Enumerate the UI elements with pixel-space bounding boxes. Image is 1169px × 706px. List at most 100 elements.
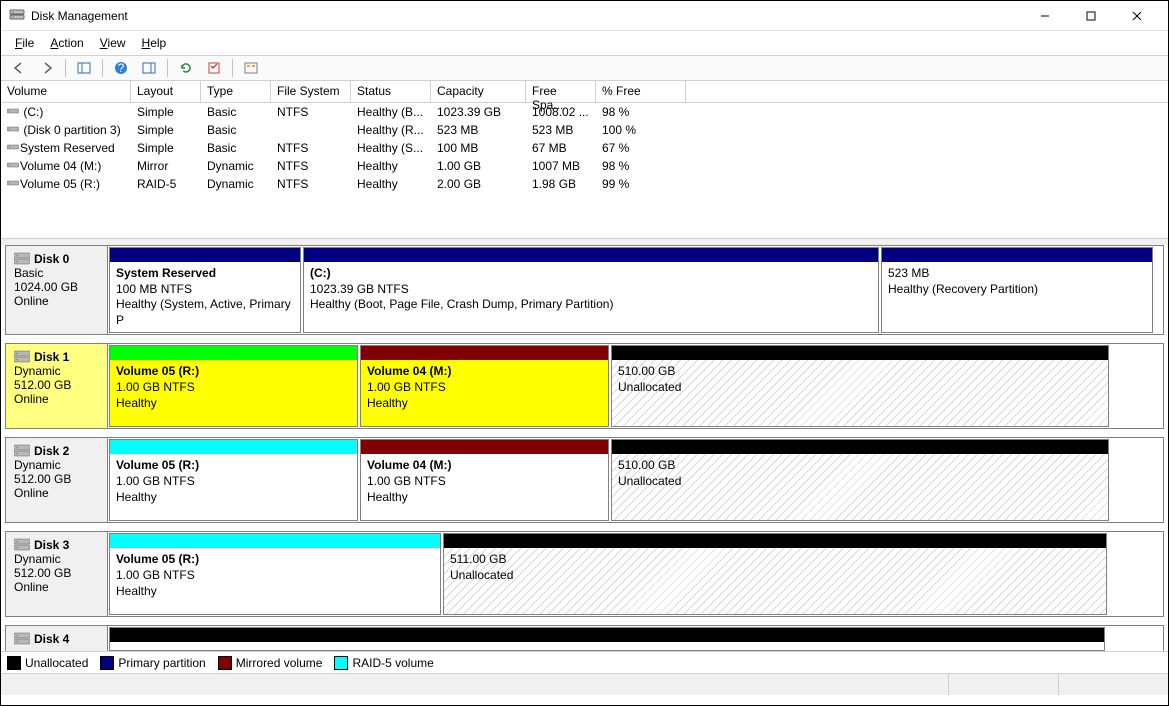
partition-size: 1023.39 GB NTFS — [310, 282, 872, 298]
col-pctfree[interactable]: % Free — [596, 81, 686, 103]
disk-state: Online — [14, 294, 99, 308]
disk-row[interactable]: Disk 1Dynamic512.00 GBOnlineVolume 05 (R… — [5, 343, 1164, 429]
disk-state: Online — [14, 486, 99, 500]
partition-title: Volume 04 (M:) — [367, 364, 602, 380]
table-row[interactable]: Volume 04 (M:)MirrorDynamicNTFSHealthy1.… — [1, 157, 1168, 175]
partition[interactable]: Volume 05 (R:)1.00 GB NTFSHealthy — [109, 533, 441, 615]
table-row[interactable]: (C:)SimpleBasicNTFSHealthy (B...1023.39 … — [1, 103, 1168, 121]
partition-status: Healthy (System, Active, Primary P — [116, 297, 294, 328]
partition[interactable]: 523 MBHealthy (Recovery Partition) — [881, 247, 1153, 333]
settings-button[interactable] — [239, 57, 263, 79]
legend-mirrored: Mirrored volume — [218, 656, 323, 670]
window-title: Disk Management — [31, 9, 1022, 23]
partition[interactable]: Volume 05 (R:)1.00 GB NTFSHealthy — [109, 345, 358, 427]
col-status[interactable]: Status — [351, 81, 431, 103]
col-volume[interactable]: Volume — [1, 81, 131, 103]
col-layout[interactable]: Layout — [131, 81, 201, 103]
col-capacity[interactable]: Capacity — [431, 81, 526, 103]
disk-icon — [14, 350, 30, 364]
partition-color-bar — [304, 248, 878, 262]
disk-row[interactable]: Disk 3Dynamic512.00 GBOnlineVolume 05 (R… — [5, 531, 1164, 617]
disk-info[interactable]: Disk 4 — [6, 626, 108, 651]
disk-type: Dynamic — [14, 364, 99, 378]
partition[interactable]: 510.00 GBUnallocated — [611, 439, 1109, 521]
status-bar — [1, 673, 1168, 695]
legend: Unallocated Primary partition Mirrored v… — [1, 651, 1168, 673]
properties-button[interactable] — [202, 57, 226, 79]
show-hide-console-tree-button[interactable] — [72, 57, 96, 79]
partition[interactable]: Volume 04 (M:)1.00 GB NTFSHealthy — [360, 439, 609, 521]
col-spacer — [686, 81, 1168, 103]
maximize-button[interactable] — [1068, 1, 1114, 31]
legend-primary: Primary partition — [100, 656, 205, 670]
volume-name: Volume 04 (M:) — [20, 159, 101, 173]
disk-label: Disk 1 — [34, 350, 69, 364]
volume-icon — [7, 106, 17, 116]
menu-help[interactable]: Help — [134, 34, 175, 52]
partition[interactable]: (C:)1023.39 GB NTFSHealthy (Boot, Page F… — [303, 247, 879, 333]
partition-color-bar — [444, 534, 1106, 548]
table-row[interactable]: Volume 05 (R:)RAID-5DynamicNTFSHealthy2.… — [1, 175, 1168, 193]
volume-name: (C:) — [20, 105, 43, 119]
disk-row[interactable]: Disk 4 — [5, 625, 1164, 651]
disk-graphic-panel[interactable]: Disk 0Basic1024.00 GBOnlineSystem Reserv… — [1, 239, 1168, 651]
disk-icon — [14, 444, 30, 458]
disk-info[interactable]: Disk 2Dynamic512.00 GBOnline — [6, 438, 108, 522]
table-row[interactable]: (Disk 0 partition 3)SimpleBasicHealthy (… — [1, 121, 1168, 139]
col-filesystem[interactable]: File System — [271, 81, 351, 103]
disk-info[interactable]: Disk 1Dynamic512.00 GBOnline — [6, 344, 108, 428]
partition-size: 523 MB — [888, 266, 1146, 282]
menu-file[interactable]: File — [7, 34, 42, 52]
partition-color-bar — [110, 440, 357, 454]
volume-table-header: Volume Layout Type File System Status Ca… — [1, 81, 1168, 103]
partition-title: Volume 05 (R:) — [116, 552, 434, 568]
partition[interactable]: 511.00 GBUnallocated — [443, 533, 1107, 615]
disk-state: Online — [14, 392, 99, 406]
legend-raid5: RAID-5 volume — [334, 656, 433, 670]
partition-color-bar — [110, 534, 440, 548]
close-button[interactable] — [1114, 1, 1160, 31]
partition[interactable]: 510.00 GBUnallocated — [611, 345, 1109, 427]
partition-status: Healthy — [116, 490, 351, 506]
refresh-button[interactable] — [174, 57, 198, 79]
disk-row[interactable]: Disk 0Basic1024.00 GBOnlineSystem Reserv… — [5, 245, 1164, 335]
disk-row[interactable]: Disk 2Dynamic512.00 GBOnlineVolume 05 (R… — [5, 437, 1164, 523]
menu-bar: File Action View Help — [1, 31, 1168, 55]
help-button[interactable]: ? — [109, 57, 133, 79]
table-row[interactable]: System ReservedSimpleBasicNTFSHealthy (S… — [1, 139, 1168, 157]
partition-color-bar — [110, 248, 300, 262]
partition-color-bar — [361, 346, 608, 360]
menu-view[interactable]: View — [92, 34, 134, 52]
volume-name: System Reserved — [20, 141, 115, 155]
action-pane-button[interactable] — [137, 57, 161, 79]
partition-status: Unallocated — [618, 474, 1102, 490]
partition-size: 510.00 GB — [618, 364, 1102, 380]
disk-label: Disk 2 — [34, 444, 69, 458]
col-type[interactable]: Type — [201, 81, 271, 103]
forward-button[interactable] — [35, 57, 59, 79]
svg-text:?: ? — [118, 61, 125, 75]
partition-title: (C:) — [310, 266, 872, 282]
partition[interactable] — [109, 627, 1105, 651]
col-freespace[interactable]: Free Spa... — [526, 81, 596, 103]
disk-info[interactable]: Disk 0Basic1024.00 GBOnline — [6, 246, 108, 334]
minimize-button[interactable] — [1022, 1, 1068, 31]
partition[interactable]: Volume 04 (M:)1.00 GB NTFSHealthy — [360, 345, 609, 427]
volume-name: Volume 05 (R:) — [20, 177, 100, 191]
partition[interactable]: Volume 05 (R:)1.00 GB NTFSHealthy — [109, 439, 358, 521]
disk-info[interactable]: Disk 3Dynamic512.00 GBOnline — [6, 532, 108, 616]
partition-size: 1.00 GB NTFS — [367, 474, 602, 490]
partition-size: 1.00 GB NTFS — [367, 380, 602, 396]
disk-type: Basic — [14, 266, 99, 280]
disk-size: 512.00 GB — [14, 378, 99, 392]
partition-status: Healthy — [116, 584, 434, 600]
volume-icon — [7, 160, 17, 170]
title-bar: Disk Management — [1, 1, 1168, 31]
back-button[interactable] — [7, 57, 31, 79]
partition[interactable]: System Reserved100 MB NTFSHealthy (Syste… — [109, 247, 301, 333]
partition-color-bar — [612, 440, 1108, 454]
partition-title: Volume 05 (R:) — [116, 458, 351, 474]
partition-color-bar — [110, 346, 357, 360]
menu-action[interactable]: Action — [42, 34, 91, 52]
disk-label: Disk 3 — [34, 538, 69, 552]
